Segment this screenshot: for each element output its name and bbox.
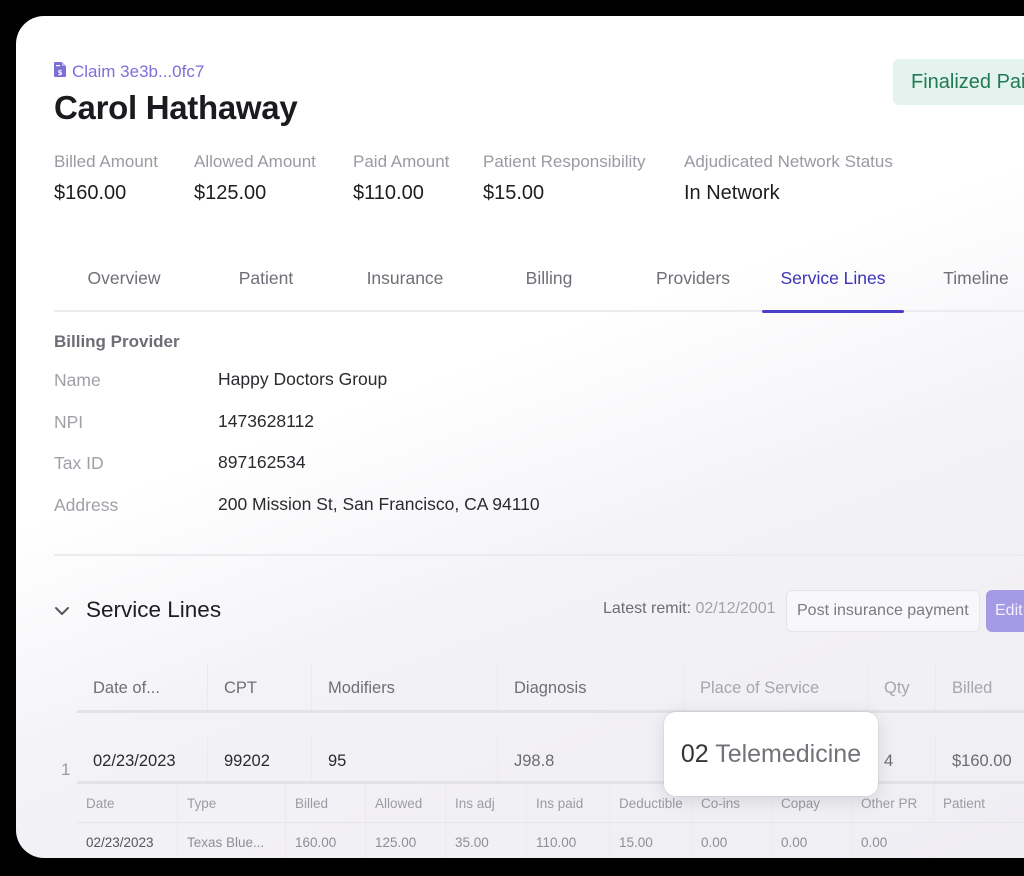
- remit-header-type: Type: [177, 784, 285, 822]
- service-lines-heading: Service Lines: [86, 597, 222, 622]
- tab-timeline[interactable]: Timeline: [930, 266, 1022, 310]
- tab-bar: Overview Patient Insurance Billing Provi…: [54, 266, 1024, 313]
- section-divider: [54, 554, 1024, 556]
- remit-cell-ins-paid: 110.00: [526, 823, 609, 858]
- summary-value: $125.00: [194, 182, 267, 204]
- summary-network-status: Adjudicated Network Status In Network: [684, 152, 893, 205]
- summary-paid: Paid Amount $110.00: [353, 152, 449, 205]
- cell-billed[interactable]: $160.00: [935, 735, 1024, 781]
- remit-cell-deductible: 15.00: [609, 823, 691, 858]
- cell-cpt[interactable]: 99202: [207, 735, 311, 781]
- summary-value: $160.00: [54, 182, 127, 204]
- remit-cell-other-pr: 0.00: [851, 823, 933, 858]
- remit-header-patient: Patient: [933, 784, 1015, 822]
- remit-cell-date: 02/23/2023: [86, 835, 154, 850]
- edit-button[interactable]: Edit: [986, 590, 1024, 632]
- popover-label: Telemedicine: [715, 740, 862, 768]
- tab-billing[interactable]: Billing: [502, 266, 596, 310]
- column-header-date[interactable]: Date of...: [77, 664, 207, 710]
- summary-label: Billed Amount: [54, 152, 158, 171]
- tab-patient[interactable]: Patient: [216, 266, 316, 310]
- tab-insurance[interactable]: Insurance: [350, 266, 460, 310]
- remit-cell-billed: 160.00: [285, 823, 365, 858]
- cell-date[interactable]: 02/23/2023: [77, 735, 207, 781]
- latest-remit: Latest remit: 02/12/2001: [603, 600, 776, 618]
- summary-value: $15.00: [483, 182, 545, 204]
- remit-row[interactable]: 02/23/2023 Texas Blue... 160.00 125.00 3…: [77, 823, 1024, 858]
- remit-cell-co-ins: 0.00: [691, 823, 771, 858]
- field-value-tax-id: 897162534: [218, 452, 306, 472]
- summary-patient-responsibility: Patient Responsibility $15.00: [483, 152, 646, 205]
- billing-provider-heading: Billing Provider: [54, 332, 180, 351]
- remit-header-billed: Billed: [285, 784, 365, 822]
- column-header-billed[interactable]: Billed: [935, 664, 1024, 710]
- field-label-address: Address: [54, 495, 119, 515]
- summary-label: Allowed Amount: [194, 152, 316, 171]
- place-of-service-popover: 02 Telemedicine: [664, 712, 878, 796]
- remit-cell-copay: 0.00: [771, 823, 851, 858]
- field-value-npi: 1473628112: [218, 411, 315, 431]
- cell-diagnosis[interactable]: J98.8: [497, 735, 683, 781]
- summary-label: Patient Responsibility: [483, 152, 646, 171]
- cell-modifiers[interactable]: 95: [311, 735, 497, 781]
- latest-remit-label: Latest remit:: [603, 600, 692, 617]
- field-label-npi: NPI: [54, 412, 84, 432]
- column-header-qty[interactable]: Qty: [867, 664, 935, 710]
- column-header-diagnosis[interactable]: Diagnosis: [497, 664, 683, 710]
- claim-id-text: Claim 3e3b...0fc7: [72, 62, 205, 81]
- summary-value: $110.00: [353, 182, 424, 204]
- remit-subtable: Date Type Billed Allowed Ins adj Ins pai…: [77, 784, 1024, 858]
- claim-detail-window: $ Claim 3e3b...0fc7 Carol Hathaway Final…: [16, 16, 1024, 858]
- field-label-name: Name: [54, 370, 101, 390]
- field-value-name: Happy Doctors Group: [218, 369, 388, 389]
- claim-status-badge: Finalized Paid: [893, 59, 1024, 105]
- summary-billed: Billed Amount $160.00: [54, 152, 158, 205]
- latest-remit-date: 02/12/2001: [695, 600, 776, 617]
- svg-text:$: $: [58, 69, 63, 77]
- claim-id-link[interactable]: $ Claim 3e3b...0fc7: [54, 62, 204, 82]
- tab-service-lines[interactable]: Service Lines: [762, 266, 904, 313]
- tab-overview[interactable]: Overview: [66, 266, 182, 310]
- remit-cell-patient: [933, 823, 1015, 858]
- field-value-address: 200 Mission St, San Francisco, CA 94110: [218, 494, 540, 514]
- post-insurance-payment-button[interactable]: Post insurance payment: [786, 590, 980, 632]
- column-header-modifiers[interactable]: Modifiers: [311, 664, 497, 710]
- remit-cell-allowed: 125.00: [365, 823, 445, 858]
- remit-header-allowed: Allowed: [365, 784, 445, 822]
- chevron-down-icon[interactable]: [52, 601, 72, 621]
- remit-header-ins-paid: Ins paid: [526, 784, 609, 822]
- remit-cell-ins-adj: 35.00: [445, 823, 526, 858]
- summary-value: In Network: [684, 182, 780, 204]
- popover-code: 02: [680, 740, 709, 768]
- remit-cell-type: Texas Blue...: [177, 823, 285, 858]
- field-label-tax-id: Tax ID: [54, 453, 104, 473]
- summary-allowed: Allowed Amount $125.00: [194, 152, 316, 205]
- remit-header-date: Date: [86, 796, 115, 811]
- summary-label: Adjudicated Network Status: [684, 152, 893, 171]
- table-row[interactable]: 02/23/2023 99202 95 J98.8 02 Telemedicin…: [77, 735, 1024, 784]
- column-header-place-of-service[interactable]: Place of Service: [683, 664, 867, 710]
- tab-providers[interactable]: Providers: [638, 266, 748, 310]
- remit-header-row: Date Type Billed Allowed Ins adj Ins pai…: [77, 784, 1024, 823]
- patient-name-heading: Carol Hathaway: [54, 89, 298, 126]
- service-lines-table-header: Date of... CPT Modifiers Diagnosis Place…: [77, 664, 1024, 713]
- remit-header-ins-adj: Ins adj: [445, 784, 526, 822]
- column-header-cpt[interactable]: CPT: [207, 664, 311, 710]
- summary-label: Paid Amount: [353, 152, 450, 171]
- document-dollar-icon: $: [54, 62, 66, 82]
- row-index: 1: [61, 760, 71, 779]
